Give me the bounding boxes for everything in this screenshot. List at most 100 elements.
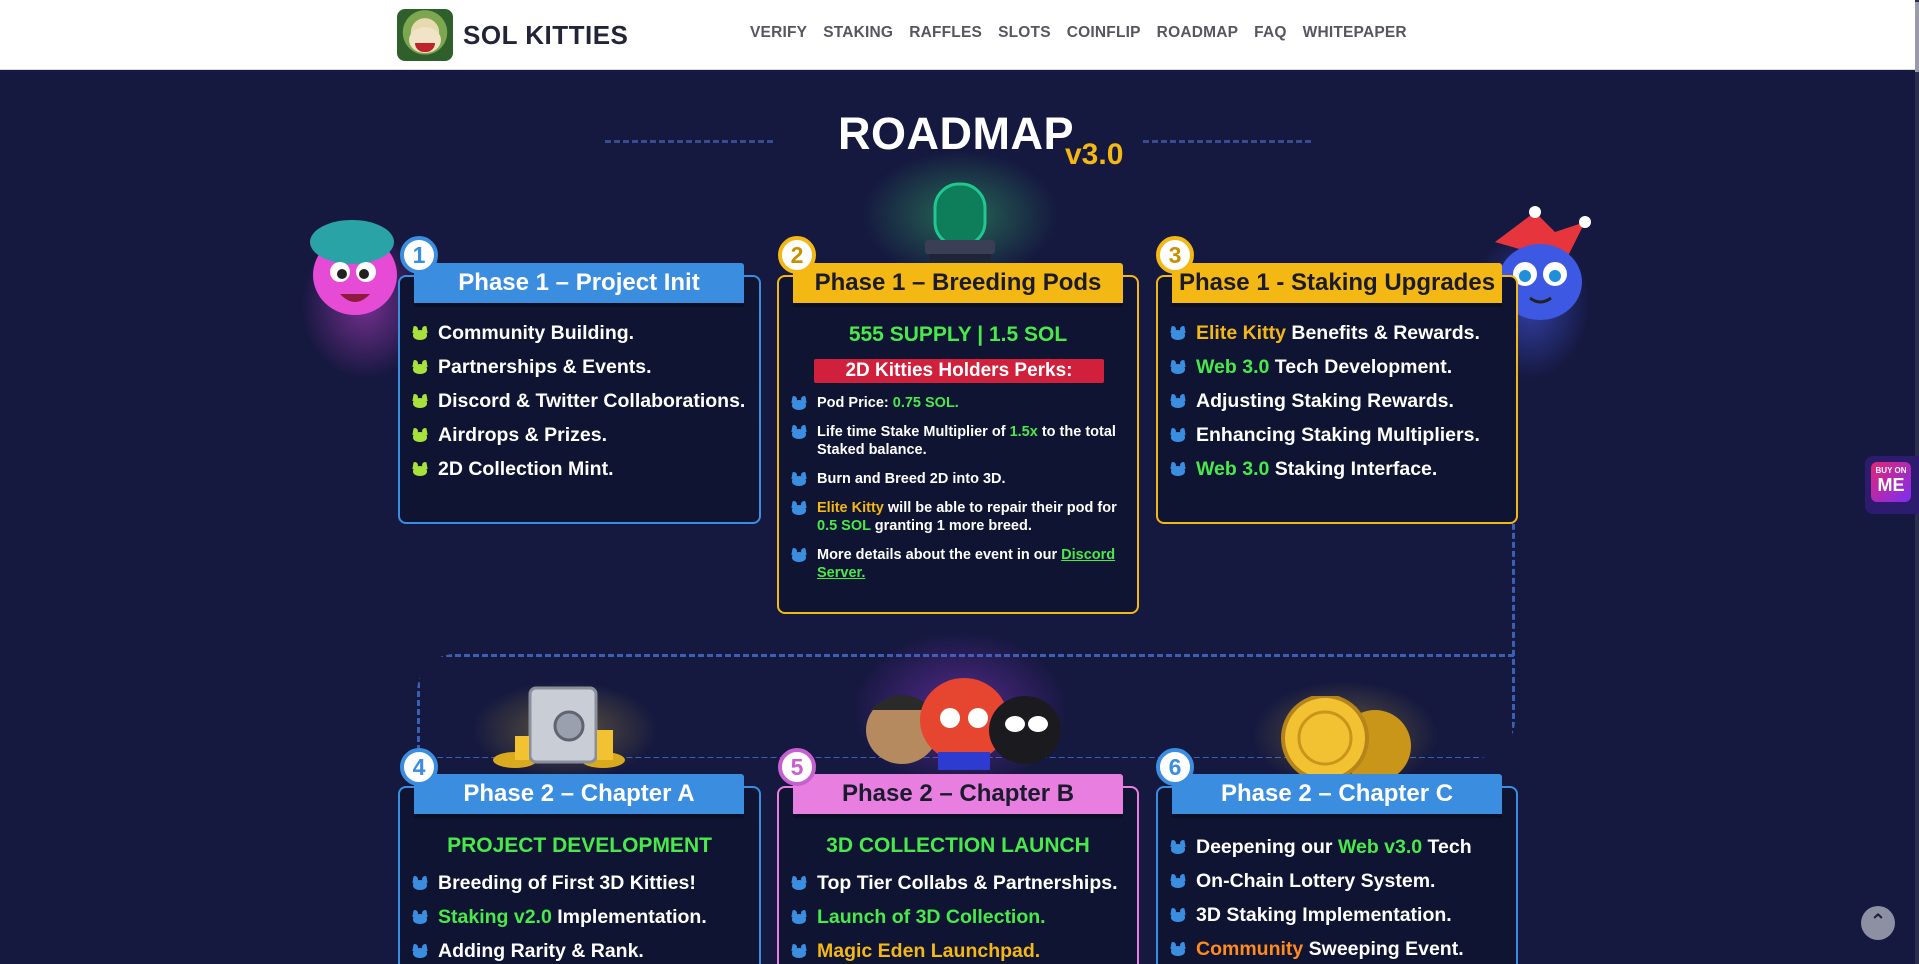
cat-bullet-icon <box>412 462 428 476</box>
card-4-title: Phase 2 – Chapter A <box>414 774 744 814</box>
nav-staking[interactable]: STAKING <box>823 24 893 42</box>
roadmap-card-4: Phase 2 – Chapter A PROJECT DEVELOPMENT … <box>398 774 761 964</box>
card-2-supply: 555 SUPPLY | 1.5 SOL <box>848 323 1068 346</box>
card-4-list: Breeding of First 3D Kitties! Staking v2… <box>412 866 752 964</box>
cat-bullet-icon <box>412 428 428 442</box>
list-item: Staking v2.0 Implementation. <box>412 900 752 934</box>
cat-bullet-icon <box>791 876 807 890</box>
roadmap-card-2: Phase 1 – Breeding Pods 555 SUPPLY | 1.5… <box>777 263 1139 614</box>
list-item: Discord & Twitter Collaborations. <box>412 384 752 418</box>
list-item: Web 3.0 Tech Development. <box>1170 350 1510 384</box>
list-item: 3D Staking Implementation. <box>1170 898 1510 932</box>
list-item: Elite Kitty Benefits & Rewards. <box>1170 316 1510 350</box>
cat-bullet-icon <box>1170 840 1186 854</box>
cat-bullet-icon <box>1170 874 1186 888</box>
card-5-list: Top Tier Collabs & Partnerships. Launch … <box>791 866 1131 964</box>
scroll-to-top-button[interactable]: ⌃ <box>1861 906 1895 940</box>
cat-bullet-icon <box>412 876 428 890</box>
roadmap-version: v3.0 <box>1065 138 1124 171</box>
nav-roadmap[interactable]: ROADMAP <box>1157 24 1238 42</box>
step-number-2: 2 <box>778 236 816 274</box>
roadmap-card-6: Phase 2 – Chapter C Deepening our Web v3… <box>1156 774 1518 964</box>
cat-bullet-icon <box>791 944 807 958</box>
list-item: 2D Collection Mint. <box>412 452 752 486</box>
step-number-1: 1 <box>400 236 438 274</box>
logo-text: SOL KITTIES <box>463 19 629 50</box>
roadmap-card-3: Phase 1 - Staking Upgrades Elite Kitty B… <box>1156 263 1518 524</box>
list-item: Adjusting Staking Rewards. <box>1170 384 1510 418</box>
buy-on-magic-eden-button[interactable]: BUY ON ME <box>1865 456 1919 514</box>
cat-bullet-icon <box>412 360 428 374</box>
list-item: Launch of 3D Collection. <box>791 900 1131 934</box>
card-3-title: Phase 1 - Staking Upgrades <box>1172 263 1502 303</box>
cat-bullet-icon <box>791 396 807 410</box>
breeding-pod-icon <box>925 182 995 262</box>
card-5-title: Phase 2 – Chapter B <box>793 774 1123 814</box>
cat-bullet-icon <box>791 472 807 486</box>
chevron-up-icon: ⌃ <box>1869 911 1887 933</box>
list-item: On-Chain Lottery System. <box>1170 864 1510 898</box>
cat-bullet-icon <box>1170 360 1186 374</box>
list-item: Adding Rarity & Rank. <box>412 934 752 964</box>
site-logo[interactable]: SOL KITTIES <box>397 9 628 61</box>
pink-cat-mascot-icon <box>310 220 397 315</box>
title-divider-left <box>605 140 773 143</box>
nav-coinflip[interactable]: COINFLIP <box>1067 24 1141 42</box>
list-item: Web 3.0 Staking Interface. <box>1170 452 1510 486</box>
list-item: More details about the event in our Disc… <box>791 546 1131 582</box>
nav-slots[interactable]: SLOTS <box>998 24 1051 42</box>
card-6-list: Deepening our Web v3.0 Tech On-Chain Lot… <box>1170 830 1510 964</box>
list-item: Partnerships & Events. <box>412 350 752 384</box>
card-2-perks-banner: 2D Kitties Holders Perks: <box>814 359 1104 383</box>
nav-whitepaper[interactable]: WHITEPAPER <box>1303 24 1407 42</box>
list-item: Pod Price: 0.75 SOL. <box>791 394 1131 412</box>
list-item: Burn and Breed 2D into 3D. <box>791 470 1131 488</box>
card-1-title: Phase 1 – Project Init <box>414 263 744 303</box>
nav-raffles[interactable]: RAFFLES <box>909 24 982 42</box>
list-item: Community Building. <box>412 316 752 350</box>
gold-coins-icon <box>1281 696 1411 776</box>
cat-bullet-icon <box>412 910 428 924</box>
card-2-title: Phase 1 – Breeding Pods <box>793 263 1123 303</box>
gold-safe-icon <box>493 686 625 768</box>
list-item: Magic Eden Launchpad. <box>791 934 1131 964</box>
step-number-5: 5 <box>778 748 816 786</box>
cat-bullet-icon <box>1170 942 1186 956</box>
cat-bullet-icon <box>1170 326 1186 340</box>
roadmap-card-5: Phase 2 – Chapter B 3D COLLECTION LAUNCH… <box>777 774 1139 964</box>
nav-faq[interactable]: FAQ <box>1254 24 1286 42</box>
list-item: Enhancing Staking Multipliers. <box>1170 418 1510 452</box>
top-navbar: SOL KITTIES VERIFY STAKING RAFFLES SLOTS… <box>0 0 1919 70</box>
cat-bullet-icon <box>412 394 428 408</box>
list-item: Elite Kitty will be able to repair their… <box>791 499 1131 535</box>
cat-bullet-icon <box>1170 908 1186 922</box>
kitty-logo-icon <box>397 9 453 61</box>
card-4-subtitle: PROJECT DEVELOPMENT <box>447 834 712 857</box>
cat-bullet-icon <box>791 910 807 924</box>
three-cats-mascot-icon <box>866 678 1061 770</box>
list-item: Top Tier Collabs & Partnerships. <box>791 866 1131 900</box>
cat-bullet-icon <box>791 548 807 562</box>
title-divider-right <box>1143 140 1311 143</box>
magic-eden-icon: BUY ON ME <box>1871 462 1911 502</box>
list-item: Breeding of First 3D Kitties! <box>412 866 752 900</box>
cat-bullet-icon <box>791 425 807 439</box>
card-5-subtitle: 3D COLLECTION LAUNCH <box>826 834 1090 857</box>
roadmap-card-1: Phase 1 – Project Init Community Buildin… <box>398 263 761 524</box>
list-item: Life time Stake Multiplier of 1.5x to th… <box>791 423 1131 459</box>
cat-bullet-icon <box>1170 462 1186 476</box>
step-number-3: 3 <box>1156 236 1194 274</box>
main-nav: VERIFY STAKING RAFFLES SLOTS COINFLIP RO… <box>750 24 1423 42</box>
cat-bullet-icon <box>791 501 807 515</box>
card-1-list: Community Building. Partnerships & Event… <box>412 316 752 486</box>
cat-bullet-icon <box>412 326 428 340</box>
card-3-list: Elite Kitty Benefits & Rewards. Web 3.0 … <box>1170 316 1510 486</box>
card-2-list: Pod Price: 0.75 SOL. Life time Stake Mul… <box>791 394 1131 593</box>
list-item: Deepening our Web v3.0 Tech <box>1170 830 1510 864</box>
nav-verify[interactable]: VERIFY <box>750 24 807 42</box>
cat-bullet-icon <box>412 944 428 958</box>
step-number-4: 4 <box>400 748 438 786</box>
list-item: Community Sweeping Event. <box>1170 932 1510 964</box>
cat-bullet-icon <box>1170 394 1186 408</box>
step-number-6: 6 <box>1156 748 1194 786</box>
